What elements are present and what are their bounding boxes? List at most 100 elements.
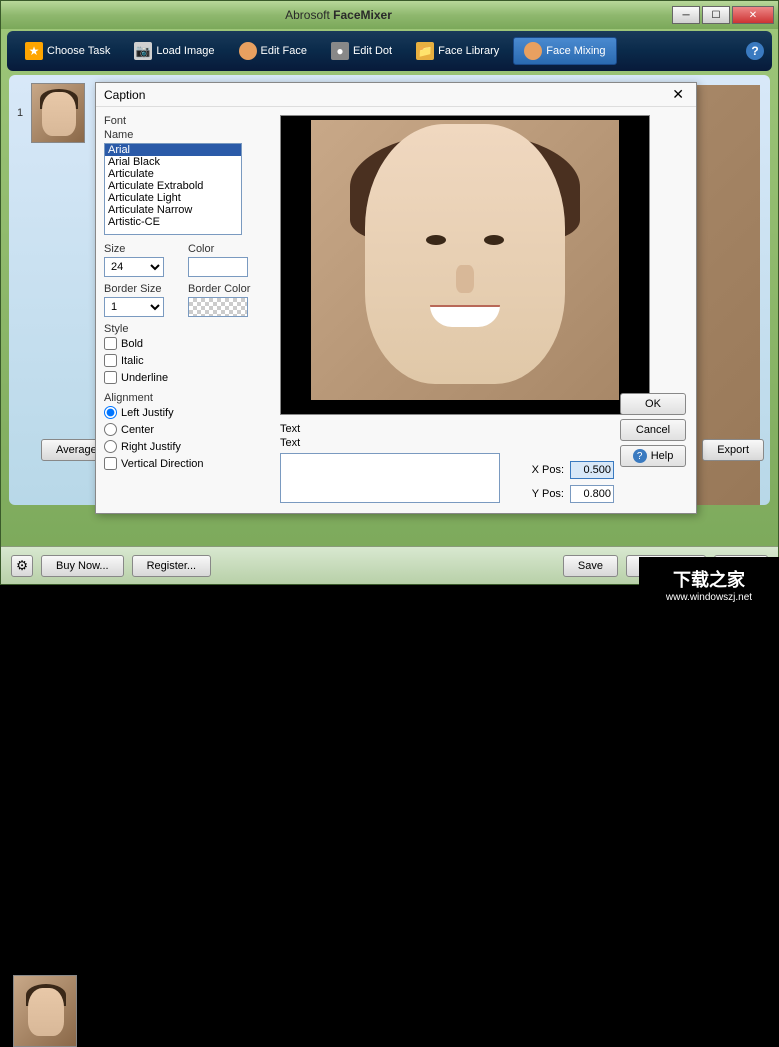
thumb-face xyxy=(42,92,76,136)
text-field-label: Text xyxy=(280,437,300,449)
vertical-direction-row[interactable]: Vertical Direction xyxy=(104,457,264,470)
vertical-direction-checkbox[interactable] xyxy=(104,457,117,470)
choose-task-label: Choose Task xyxy=(47,45,110,57)
vertical-direction-label: Vertical Direction xyxy=(121,458,204,470)
italic-checkbox[interactable] xyxy=(104,354,117,367)
edit-face-label: Edit Face xyxy=(261,45,307,57)
font-list[interactable]: Arial Arial Black Articulate Articulate … xyxy=(104,143,242,235)
alignment-label: Alignment xyxy=(104,392,264,404)
watermark-url: www.windowszj.net xyxy=(666,592,752,603)
center-row[interactable]: Center xyxy=(104,423,264,436)
window-controls: ─ ☐ ✕ xyxy=(672,6,774,24)
minimize-button[interactable]: ─ xyxy=(672,6,700,24)
watermark: 下载之家 www.windowszj.net xyxy=(639,557,779,611)
main-toolbar: ★ Choose Task 📷 Load Image Edit Face ● E… xyxy=(7,31,772,71)
window-title: Abrosoft FaceMixer xyxy=(5,8,672,22)
color-label: Color xyxy=(188,243,264,255)
center-label: Center xyxy=(121,424,154,436)
left-justify-label: Left Justify xyxy=(121,407,174,419)
mix-icon xyxy=(524,42,542,60)
italic-label: Italic xyxy=(121,355,144,367)
font-option[interactable]: Articulate Light xyxy=(105,192,241,204)
right-justify-radio[interactable] xyxy=(104,440,117,453)
load-image-button[interactable]: 📷 Load Image xyxy=(124,38,224,64)
bold-checkbox[interactable] xyxy=(104,337,117,350)
edit-face-button[interactable]: Edit Face xyxy=(229,38,317,64)
result-thumbnail[interactable] xyxy=(13,975,77,1047)
face-mixing-label: Face Mixing xyxy=(546,45,605,57)
xpos-label: X Pos: xyxy=(532,464,564,476)
help-icon-button[interactable]: ? xyxy=(746,42,764,60)
buy-now-button[interactable]: Buy Now... xyxy=(41,555,124,577)
export-button[interactable]: Export xyxy=(702,439,764,461)
xpos-input[interactable] xyxy=(570,461,614,479)
help-icon: ? xyxy=(633,449,647,463)
dialog-body: Font Name Arial Arial Black Articulate A… xyxy=(96,107,696,513)
caption-preview xyxy=(280,115,650,415)
folder-icon: 📁 xyxy=(416,42,434,60)
dialog-title-text: Caption xyxy=(104,88,145,102)
bold-label: Bold xyxy=(121,338,143,350)
left-justify-row[interactable]: Left Justify xyxy=(104,406,264,419)
preview-eye-left xyxy=(426,235,446,245)
bold-checkbox-row[interactable]: Bold xyxy=(104,337,264,350)
underline-checkbox-row[interactable]: Underline xyxy=(104,371,264,384)
camera-icon: 📷 xyxy=(134,42,152,60)
settings-button[interactable]: ⚙ xyxy=(11,555,33,577)
dialog-buttons: OK Cancel ? Help xyxy=(620,393,686,467)
titlebar: Abrosoft FaceMixer ─ ☐ ✕ xyxy=(1,1,778,29)
maximize-button[interactable]: ☐ xyxy=(702,6,730,24)
caption-text-input[interactable] xyxy=(280,453,500,503)
caption-dialog: Caption ✕ Font Name Arial Arial Black Ar… xyxy=(95,82,697,514)
border-size-select[interactable]: 1 xyxy=(104,297,164,317)
size-select[interactable]: 24 xyxy=(104,257,164,277)
edit-dot-label: Edit Dot xyxy=(353,45,392,57)
font-option[interactable]: Articulate Extrabold xyxy=(105,180,241,192)
star-icon: ★ xyxy=(25,42,43,60)
text-group-label: Text xyxy=(280,423,300,435)
border-size-label: Border Size xyxy=(104,283,180,295)
font-option[interactable]: Arial Black xyxy=(105,156,241,168)
font-option[interactable]: Artistic-CE xyxy=(105,216,241,228)
load-image-label: Load Image xyxy=(156,45,214,57)
center-radio[interactable] xyxy=(104,423,117,436)
border-color-picker[interactable] xyxy=(188,297,248,317)
ok-button[interactable]: OK xyxy=(620,393,686,415)
name-label: Name xyxy=(104,129,264,141)
dialog-left-panel: Font Name Arial Arial Black Articulate A… xyxy=(96,107,272,513)
ypos-input[interactable] xyxy=(570,485,614,503)
cancel-button[interactable]: Cancel xyxy=(620,419,686,441)
border-color-label: Border Color xyxy=(188,283,264,295)
help-button[interactable]: ? Help xyxy=(620,445,686,467)
thumbnail-1[interactable] xyxy=(31,83,85,143)
edit-dot-button[interactable]: ● Edit Dot xyxy=(321,38,402,64)
style-label: Style xyxy=(104,323,264,335)
preview-eye-right xyxy=(484,235,504,245)
dialog-close-button[interactable]: ✕ xyxy=(668,86,688,103)
face-icon xyxy=(239,42,257,60)
preview-image xyxy=(311,120,619,400)
save-button[interactable]: Save xyxy=(563,555,618,577)
left-justify-radio[interactable] xyxy=(104,406,117,419)
font-option[interactable]: Articulate xyxy=(105,168,241,180)
close-button[interactable]: ✕ xyxy=(732,6,774,24)
italic-checkbox-row[interactable]: Italic xyxy=(104,354,264,367)
thumb-row-1: 1 xyxy=(17,83,93,143)
face-library-button[interactable]: 📁 Face Library xyxy=(406,38,509,64)
dot-icon: ● xyxy=(331,42,349,60)
color-picker[interactable] xyxy=(188,257,248,277)
face-mixing-button[interactable]: Face Mixing xyxy=(513,37,616,65)
right-justify-row[interactable]: Right Justify xyxy=(104,440,264,453)
underline-label: Underline xyxy=(121,372,168,384)
thumb-number: 1 xyxy=(17,107,25,119)
font-option[interactable]: Articulate Narrow xyxy=(105,204,241,216)
register-button[interactable]: Register... xyxy=(132,555,212,577)
dialog-titlebar: Caption ✕ xyxy=(96,83,696,107)
choose-task-button[interactable]: ★ Choose Task xyxy=(15,38,120,64)
size-label: Size xyxy=(104,243,180,255)
font-option-arial[interactable]: Arial xyxy=(105,144,241,156)
right-justify-label: Right Justify xyxy=(121,441,181,453)
help-label: Help xyxy=(651,450,674,462)
underline-checkbox[interactable] xyxy=(104,371,117,384)
thumb-face xyxy=(28,988,64,1036)
